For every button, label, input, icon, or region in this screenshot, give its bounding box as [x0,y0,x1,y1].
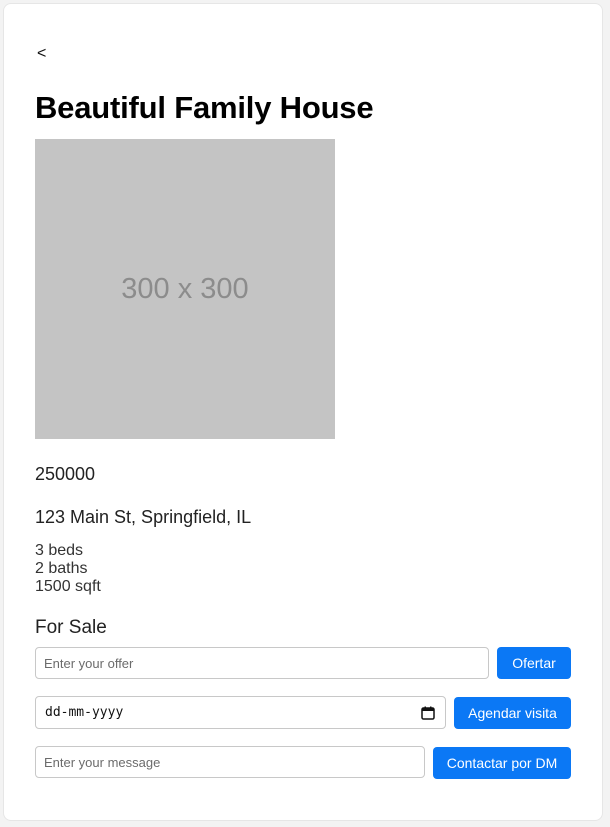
calendar-icon[interactable] [421,706,435,720]
property-address: 123 Main St, Springfield, IL [35,507,252,527]
back-button[interactable]: < [37,44,46,64]
listing-card: < Beautiful Family House 300 x 300 25000… [3,3,603,821]
visit-date-input[interactable]: dd-mm-yyyy [35,696,446,729]
property-specs: 3 beds 2 baths 1500 sqft [35,542,101,596]
contact-dm-button[interactable]: Contactar por DM [433,747,571,779]
property-image-placeholder: 300 x 300 [35,139,335,439]
listing-status: For Sale [35,617,107,638]
offer-input[interactable] [35,647,489,679]
page-title: Beautiful Family House [35,90,374,125]
property-price: 250000 [35,464,96,484]
date-placeholder: dd-mm-yyyy [45,705,124,720]
area-sqft: 1500 sqft [35,578,101,595]
message-input[interactable] [35,746,425,778]
image-placeholder-label: 300 x 300 [121,272,249,305]
beds-count: 3 beds [35,542,84,559]
schedule-visit-button[interactable]: Agendar visita [454,697,571,729]
baths-count: 2 baths [35,560,88,577]
offer-button[interactable]: Ofertar [497,647,571,679]
